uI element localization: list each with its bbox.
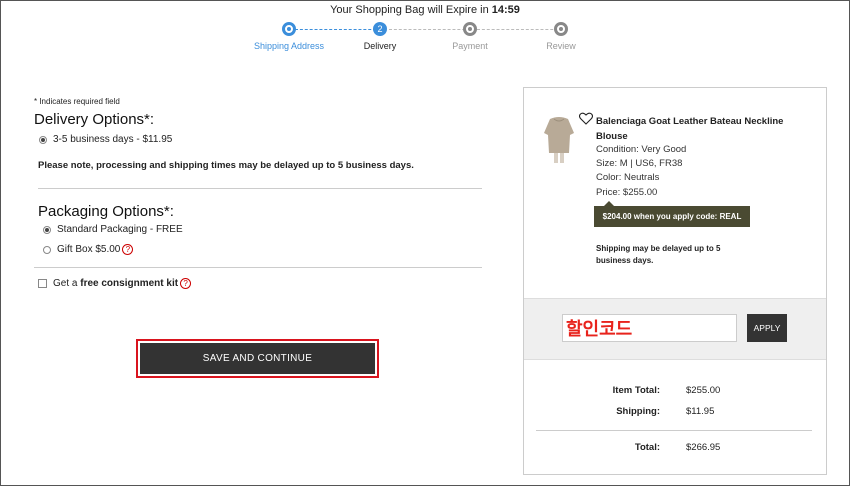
packaging-option-standard[interactable]: Standard Packaging - FREE (43, 224, 183, 235)
kit-label-prefix: Get a (53, 278, 81, 289)
required-field-note: * Indicates required field (34, 97, 120, 106)
apply-button[interactable]: APPLY (747, 314, 787, 342)
product-size: Size: M | US6, FR38 (596, 158, 683, 169)
save-button-highlight: SAVE AND CONTINUE (136, 339, 379, 378)
promo-code-input[interactable] (562, 314, 737, 342)
step-label: Payment (452, 41, 488, 51)
item-total-value: $255.00 (686, 385, 721, 396)
total-label: Total: (634, 442, 660, 453)
step-label: Shipping Address (253, 41, 325, 51)
item-total-label: Item Total: (612, 385, 660, 396)
kit-label-bold: free consignment kit (80, 278, 179, 289)
total-value: $266.95 (686, 442, 721, 453)
radio-unselected-icon[interactable] (43, 245, 51, 254)
packaging-giftbox-label: Gift Box $5.00 (57, 244, 121, 255)
promo-tooltip: $204.00 when you apply code: REAL (594, 201, 750, 227)
step-pending-icon (463, 22, 477, 36)
step-pending-icon (554, 22, 568, 36)
packaging-standard-label: Standard Packaging - FREE (57, 224, 183, 235)
product-condition: Condition: Very Good (596, 144, 687, 155)
step-review: Review (516, 22, 606, 51)
divider (536, 430, 812, 431)
product-price: Price: $255.00 (596, 187, 658, 198)
step-number-icon: 2 (373, 22, 387, 36)
delivery-option-standard[interactable]: 3-5 business days - $11.95 (39, 134, 172, 145)
divider (34, 267, 482, 268)
help-icon[interactable]: ? (180, 278, 192, 289)
delivery-option-label: 3-5 business days - $11.95 (53, 134, 173, 145)
step-delivery: 2 Delivery (335, 22, 425, 51)
expiry-timer: 14:59 (491, 4, 520, 16)
radio-selected-icon[interactable] (43, 225, 51, 234)
step-done-icon (282, 22, 296, 36)
step-label: Delivery (363, 41, 397, 51)
divider (38, 188, 482, 189)
promo-code-section: APPLY (524, 298, 826, 360)
radio-selected-icon[interactable] (39, 135, 47, 144)
shipping-delay-note: Shipping may be delayed up to 5 business… (596, 244, 721, 265)
product-color: Color: Neutrals (596, 172, 660, 183)
step-label: Review (546, 41, 576, 51)
help-icon[interactable]: ? (122, 244, 134, 255)
consignment-kit-option[interactable]: Get a free consignment kit ? (38, 278, 192, 289)
step-payment: Payment (425, 22, 515, 51)
heart-icon[interactable] (579, 112, 593, 125)
order-summary-panel: Balenciaga Goat Leather Bateau Neckline … (523, 87, 827, 475)
packaging-options-title: Packaging Options*: (38, 203, 174, 220)
bag-expiry-notice: Your Shopping Bag will Expire in 14:59 (0, 4, 850, 16)
expiry-text: Your Shopping Bag will Expire in (330, 4, 492, 16)
checkout-progress: Shipping Address 2 Delivery Payment Revi… (248, 22, 598, 58)
checkbox-icon[interactable] (38, 279, 47, 288)
step-shipping-address[interactable]: Shipping Address (244, 22, 334, 51)
shipping-value: $11.95 (686, 406, 715, 417)
packaging-option-giftbox[interactable]: Gift Box $5.00 ? (43, 244, 134, 255)
delivery-options-title: Delivery Options*: (34, 111, 155, 128)
blouse-image (542, 113, 576, 165)
delay-notice: Please note, processing and shipping tim… (38, 160, 414, 171)
shipping-label: Shipping: (616, 406, 660, 417)
save-and-continue-button[interactable]: SAVE AND CONTINUE (140, 343, 375, 374)
product-name[interactable]: Balenciaga Goat Leather Bateau Neckline … (596, 114, 796, 144)
